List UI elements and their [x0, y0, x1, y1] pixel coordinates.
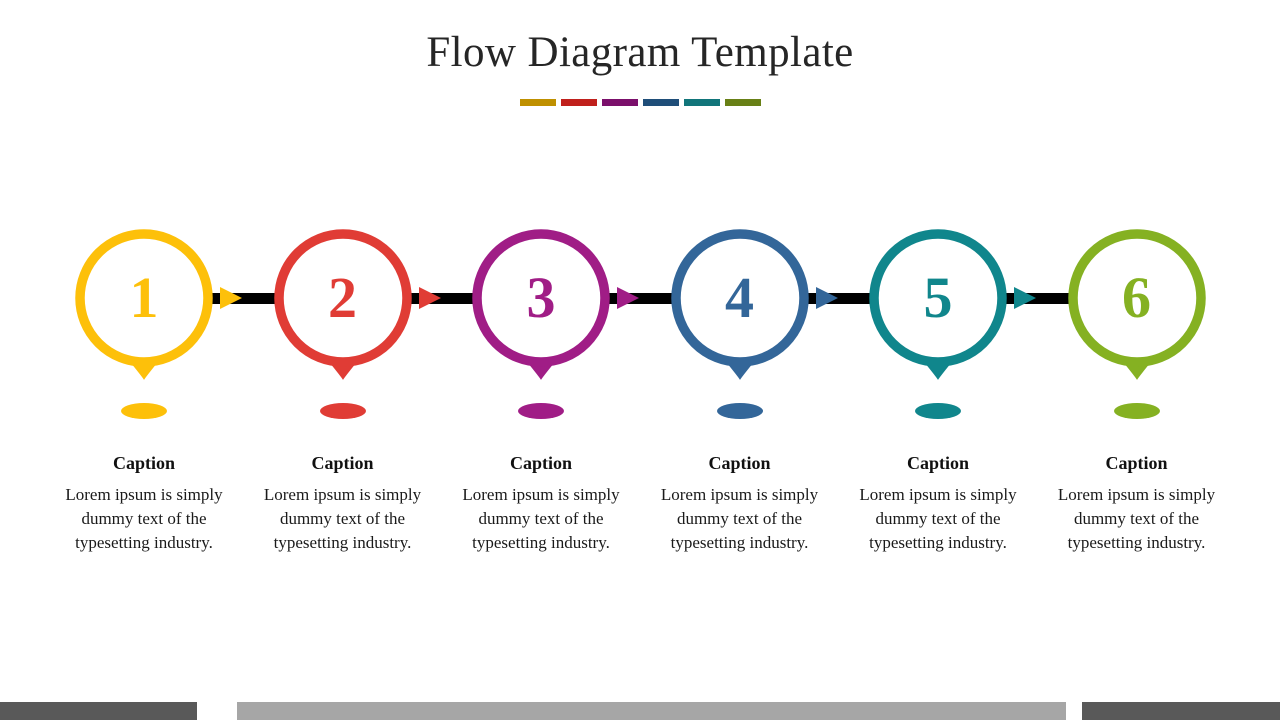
step-caption-block: Caption Lorem ipsum is simply dummy text …: [51, 452, 237, 555]
horizontal-scrollbar[interactable]: [0, 702, 1280, 720]
scrollbar-thumb[interactable]: [237, 702, 1066, 720]
flow-step-1[interactable]: 1 Caption Lorem ipsum is simply dummy text…: [45, 0, 243, 720]
scrollbar-left-arrow[interactable]: [0, 702, 197, 720]
pin-shadow-ellipse: [716, 403, 763, 419]
slide-canvas: Flow Diagram Template 1 Caption Lorem ipsu…: [0, 0, 1280, 720]
flow-diagram: 1 Caption Lorem ipsum is simply dummy text…: [0, 0, 1280, 720]
pin-shadow-ellipse: [319, 403, 366, 419]
caption-title: Caption: [1105, 453, 1168, 473]
caption-body: Lorem ipsum is simply dummy text of the …: [65, 484, 223, 552]
flow-step-3[interactable]: 3 Caption Lorem ipsum is simply dummy text…: [442, 0, 640, 720]
pin-shadow-ellipse: [1113, 403, 1160, 419]
pin-shadow-ellipse: [518, 403, 564, 419]
caption-body: Lorem ipsum is simply dummy text of the …: [660, 484, 819, 552]
flow-step-4[interactable]: 4 Caption Lorem ipsum is simply dummy text…: [641, 0, 839, 720]
flow-step-5[interactable]: 5 Caption Lorem ipsum is simply dummy text…: [839, 0, 1037, 720]
caption-body: Lorem ipsum is simply dummy text of the …: [263, 484, 422, 552]
flow-step-2[interactable]: 2 Caption Lorem ipsum is simply dummy text…: [244, 0, 442, 720]
step-number: 2: [328, 265, 357, 330]
caption-title: Caption: [509, 453, 572, 473]
step-caption-block: Caption Lorem ipsum is simply dummy text …: [448, 452, 634, 555]
step-number: 1: [129, 265, 159, 330]
pin-shadow-ellipse: [915, 403, 961, 419]
pin-shadow-ellipse: [121, 403, 167, 419]
caption-body: Lorem ipsum is simply dummy text of the …: [462, 484, 620, 552]
caption-title: Caption: [112, 453, 175, 473]
step-caption-block: Caption Lorem ipsum is simply dummy text …: [845, 452, 1031, 555]
caption-title: Caption: [906, 453, 969, 473]
caption-title: Caption: [311, 453, 374, 473]
step-caption-block: Caption Lorem ipsum is simply dummy text …: [647, 452, 833, 555]
step-number: 5: [923, 265, 953, 330]
scrollbar-right-arrow[interactable]: [1082, 702, 1280, 720]
flow-step-6[interactable]: 6 Caption Lorem ipsum is simply dummy text…: [1038, 0, 1236, 720]
caption-body: Lorem ipsum is simply dummy text of the …: [1057, 484, 1216, 552]
step-caption-block: Caption Lorem ipsum is simply dummy text …: [250, 452, 436, 555]
step-caption-block: Caption Lorem ipsum is simply dummy text …: [1044, 452, 1230, 555]
step-number: 4: [725, 265, 754, 330]
caption-title: Caption: [708, 453, 771, 473]
step-number: 3: [526, 265, 556, 330]
step-number: 6: [1122, 265, 1151, 330]
caption-body: Lorem ipsum is simply dummy text of the …: [859, 484, 1017, 552]
